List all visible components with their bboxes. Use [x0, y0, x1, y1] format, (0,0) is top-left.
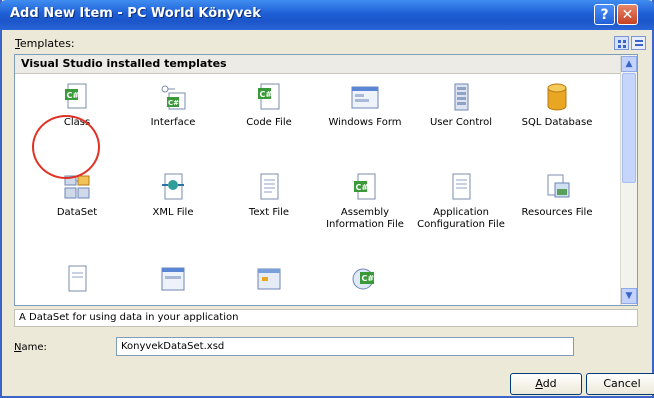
name-label: Name:: [14, 342, 47, 353]
template-text-file[interactable]: Text File: [221, 171, 317, 219]
template-item[interactable]: [221, 263, 317, 299]
cs-code-file-icon: C#: [258, 83, 280, 110]
app-config-icon: [452, 173, 471, 200]
add-button[interactable]: Add: [510, 373, 582, 395]
title-bar[interactable]: Add New Item - PC World Könyvek ? ✕: [0, 0, 654, 30]
resources-file-icon: [547, 174, 570, 198]
user-control-icon: [454, 83, 469, 111]
help-button[interactable]: ?: [594, 4, 615, 25]
template-item[interactable]: [125, 263, 221, 299]
large-icons-view-button[interactable]: [614, 36, 629, 50]
add-new-item-dialog: Add New Item - PC World Könyvek ? ✕ Temp…: [0, 0, 654, 398]
templates-label: Templates:: [15, 37, 75, 50]
dialog-icon: [257, 268, 281, 290]
template-label: Code File: [246, 117, 292, 128]
scroll-thumb[interactable]: [622, 73, 636, 183]
template-assembly-information-file[interactable]: C# Assembly Information File: [317, 171, 413, 231]
svg-text:C#: C#: [362, 274, 375, 283]
template-label: Windows Form: [328, 117, 402, 128]
template-interface[interactable]: C# Interface: [125, 81, 221, 129]
form-icon: [161, 267, 185, 291]
template-windows-form[interactable]: Windows Form: [317, 81, 413, 129]
assembly-info-icon: C#: [354, 173, 376, 200]
template-code-file[interactable]: C# Code File: [221, 81, 317, 129]
template-user-control[interactable]: User Control: [413, 81, 509, 129]
templates-scrollbar[interactable]: ▲ ▼: [620, 55, 637, 305]
document-icon: [68, 265, 87, 292]
template-item[interactable]: [29, 263, 125, 299]
dataset-highlight-circle: [32, 115, 100, 179]
template-label: Resources File: [521, 207, 593, 218]
svg-text:C#: C#: [67, 91, 80, 100]
scroll-up-button[interactable]: ▲: [621, 56, 637, 72]
text-file-icon: [260, 173, 279, 200]
name-input[interactable]: KonyvekDataSet.xsd: [116, 337, 574, 356]
cs-wizard-icon: C#: [352, 268, 375, 290]
template-label: Assembly Information File: [326, 207, 404, 230]
template-sql-database[interactable]: SQL Database: [509, 81, 605, 129]
template-description: A DataSet for using data in your applica…: [14, 309, 638, 327]
svg-text:C#: C#: [168, 99, 179, 107]
template-label: Text File: [248, 207, 290, 218]
cs-class-icon: C#: [65, 83, 87, 109]
sql-database-icon: [547, 83, 567, 111]
group-header: Visual Studio installed templates: [15, 55, 623, 74]
scroll-down-button[interactable]: ▼: [621, 288, 637, 304]
cancel-button[interactable]: Cancel: [586, 373, 654, 395]
close-button[interactable]: ✕: [617, 4, 638, 25]
template-label: DataSet: [56, 207, 98, 218]
template-application-configuration-file[interactable]: Application Configuration File: [413, 171, 509, 231]
template-resources-file[interactable]: Resources File: [509, 171, 605, 219]
windows-form-icon: [351, 86, 379, 109]
template-label: SQL Database: [521, 117, 593, 128]
template-xml-file[interactable]: XML File: [125, 171, 221, 219]
cs-interface-icon: C#: [161, 85, 186, 110]
template-dataset[interactable]: DataSet: [29, 171, 125, 219]
xml-file-icon: [162, 173, 184, 200]
template-label: XML File: [152, 207, 194, 218]
template-label: Interface: [150, 117, 196, 128]
template-item[interactable]: C#: [317, 263, 413, 299]
template-label: User Control: [429, 117, 493, 128]
svg-text:C#: C#: [260, 90, 273, 99]
small-icons-view-button[interactable]: [631, 36, 646, 50]
window-title: Add New Item - PC World Könyvek: [10, 6, 261, 21]
svg-text:C#: C#: [356, 183, 369, 192]
template-label: Application Configuration File: [417, 207, 505, 230]
templates-list[interactable]: Visual Studio installed templates C# Cla…: [14, 54, 638, 306]
